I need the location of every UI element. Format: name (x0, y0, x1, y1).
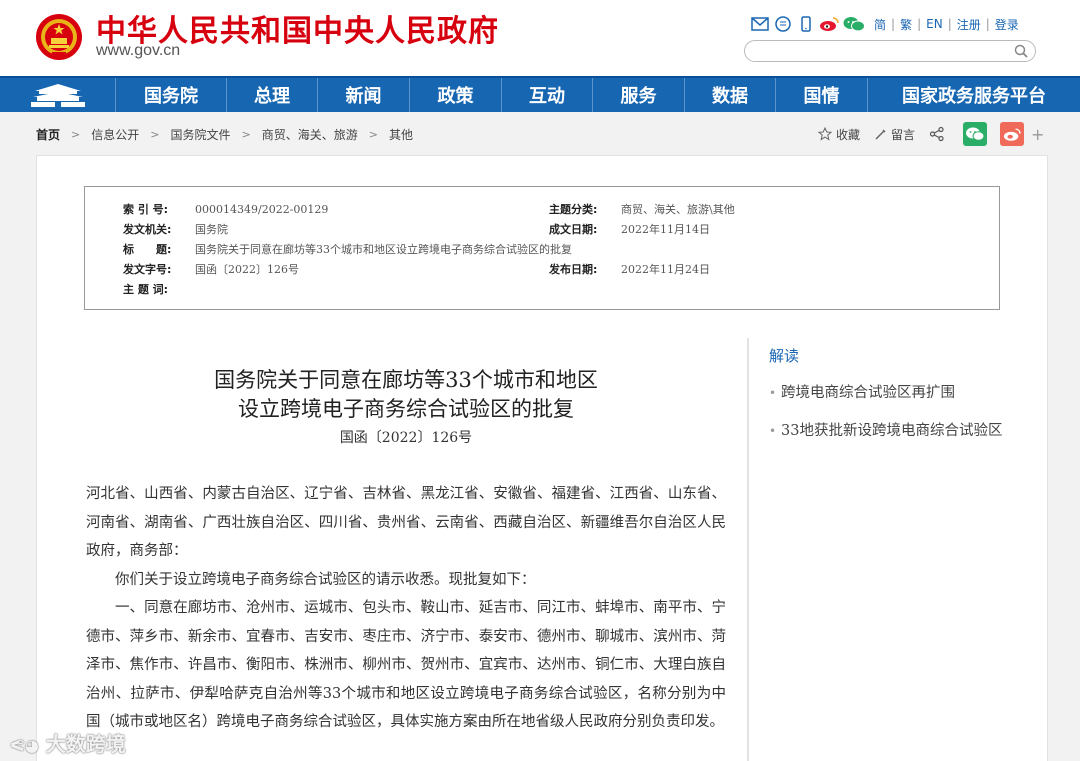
nav-item-state-council[interactable]: 国务院 (116, 78, 227, 112)
meta-title-row: 标 题: 国务院关于同意在廊坊等33个城市和地区设立跨境电子商务综合试验区的批复 (123, 241, 572, 257)
sidebar-link-expansion[interactable]: 跨境电商综合试验区再扩围 (769, 376, 1009, 410)
nav-item-policy[interactable]: 政策 (410, 78, 502, 112)
comment-button[interactable]: 留言 (874, 126, 915, 143)
watermark: ᕙ◕ 大数跨境 (10, 728, 126, 757)
meta-publish-value: 2022年11月24日 (621, 263, 710, 276)
meta-docno-row: 发文字号: 国函〔2022〕126号 (123, 261, 299, 277)
nav-item-gov-service-platform[interactable]: 国家政务服务平台 (868, 78, 1080, 112)
meta-topic-row: 主题分类: 商贸、海关、旅游\其他 (549, 201, 735, 217)
breadcrumb: 首页 > 信息公开 > 国务院文件 > 商贸、海关、旅游 > 其他 (36, 126, 413, 143)
breadcrumb-bar: 首页 > 信息公开 > 国务院文件 > 商贸、海关、旅游 > 其他 收藏 留言 … (0, 112, 1080, 154)
watermark-logo-icon: ᕙ◕ (10, 736, 39, 755)
chevron-right-icon: > (150, 128, 160, 141)
chevron-right-icon: > (71, 128, 81, 141)
search-input[interactable] (755, 42, 1015, 62)
sidebar-divider (747, 338, 749, 761)
article-paragraph: 你们关于设立跨境电子商务综合试验区的请示收悉。现批复如下： (115, 571, 536, 588)
divider: | (917, 17, 922, 31)
favorite-button[interactable]: 收藏 (818, 126, 860, 143)
more-share-icon[interactable]: + (1031, 125, 1044, 144)
divider: | (985, 17, 990, 31)
chevron-right-icon: > (368, 128, 378, 141)
login-link[interactable]: 登录 (995, 16, 1019, 33)
breadcrumb-other[interactable]: 其他 (389, 126, 413, 143)
meta-title-value: 国务院关于同意在廊坊等33个城市和地区设立跨境电子商务综合试验区的批复 (195, 243, 572, 256)
nav-item-services[interactable]: 服务 (593, 78, 685, 112)
sidebar-interpretation-list: 跨境电商综合试验区再扩围 33地获批新设跨境电商综合试验区 (769, 376, 1009, 452)
meta-written-row: 成文日期: 2022年11月14日 (549, 221, 710, 237)
top-links: 简 | 繁 | EN | 注册 | 登录 (750, 14, 1024, 34)
tiananmen-icon (30, 84, 85, 107)
meta-publish-row: 发布日期: 2022年11月24日 (549, 261, 710, 277)
meta-index-value: 000014349/2022-00129 (195, 202, 329, 216)
main-nav: 国务院 总理 新闻 政策 互动 服务 数据 国情 国家政务服务平台 (0, 76, 1080, 112)
article-title-line-1: 国务院关于同意在廊坊等33个城市和地区 (214, 368, 598, 392)
meta-issuer-label: 发文机关: (123, 223, 172, 236)
wechat-icon (966, 127, 985, 141)
weibo-icon[interactable] (819, 15, 839, 33)
nav-item-data[interactable]: 数据 (685, 78, 776, 112)
search-box (744, 40, 1036, 62)
share-button[interactable] (929, 126, 949, 142)
mail-icon[interactable] (750, 15, 770, 33)
nav-item-national-info[interactable]: 国情 (776, 78, 868, 112)
document-metadata-table: 索 引 号: 000014349/2022-00129 主题分类: 商贸、海关、… (84, 186, 1000, 310)
article-body: 河北省、山西省、内蒙古自治区、辽宁省、吉林省、黑龙江省、安徽省、福建省、江西省、… (86, 480, 726, 737)
article-doc-number: 国函〔2022〕126号 (339, 430, 473, 446)
nav-item-premier[interactable]: 总理 (227, 78, 318, 112)
breadcrumb-state-council-docs[interactable]: 国务院文件 (170, 126, 230, 143)
breadcrumb-info-disclosure[interactable]: 信息公开 (91, 126, 139, 143)
article-title-line-2: 设立跨境电子商务综合试验区的批复 (238, 397, 574, 421)
chevron-right-icon: > (241, 128, 251, 141)
nav-home[interactable] (0, 78, 116, 112)
pencil-icon (875, 128, 886, 140)
search-icon[interactable] (1013, 43, 1029, 59)
english-link[interactable]: EN (926, 17, 943, 31)
weibo-icon (1003, 127, 1021, 141)
meta-index-label: 索 引 号: (123, 203, 169, 216)
breadcrumb-home[interactable]: 首页 (36, 126, 60, 143)
article-addressee: 河北省、山西省、内蒙古自治区、辽宁省、吉林省、黑龙江省、安徽省、福建省、江西省、… (86, 486, 726, 559)
meta-written-value: 2022年11月14日 (621, 223, 710, 236)
nav-item-news[interactable]: 新闻 (318, 78, 410, 112)
sidebar-title: 解读 (769, 347, 800, 365)
sidebar-link-33-approved[interactable]: 33地获批新设跨境电商综合试验区 (769, 414, 1009, 448)
meta-index-row: 索 引 号: 000014349/2022-00129 (123, 201, 328, 217)
national-emblem-icon[interactable] (34, 12, 84, 62)
meta-docno-value: 国函〔2022〕126号 (195, 263, 299, 276)
wechat-share-button[interactable] (963, 122, 988, 146)
wechat-icon[interactable] (842, 15, 866, 33)
simplified-link[interactable]: 简 (874, 16, 886, 33)
meta-keywords-row: 主 题 词: (123, 281, 195, 297)
weibo-share-button[interactable] (1000, 122, 1025, 146)
meta-issuer-value: 国务院 (195, 223, 228, 236)
star-icon (818, 127, 832, 141)
site-url[interactable]: www.gov.cn (96, 42, 180, 60)
meta-written-label: 成文日期: (549, 223, 598, 236)
article-paragraph: 一、同意在廊坊市、沧州市、运城市、包头市、鞍山市、延吉市、同江市、蚌埠市、南平市… (86, 600, 726, 730)
meta-publish-label: 发布日期: (549, 263, 598, 276)
share-icon (929, 126, 944, 142)
meta-docno-label: 发文字号: (123, 263, 172, 276)
meta-topic-value: 商贸、海关、旅游\其他 (621, 203, 735, 216)
site-header: 中华人民共和国中央人民政府 www.gov.cn 简 | 繁 | EN | 注册… (0, 0, 1080, 76)
meta-title-label: 标 题: (123, 243, 172, 256)
favorite-label: 收藏 (836, 127, 861, 142)
breadcrumb-trade-customs-tourism[interactable]: 商贸、海关、旅游 (262, 126, 358, 143)
mobile-icon[interactable] (796, 15, 816, 33)
divider: | (891, 17, 896, 31)
meta-topic-label: 主题分类: (549, 203, 598, 216)
meta-keywords-label: 主 题 词: (123, 283, 169, 296)
comment-label: 留言 (891, 127, 916, 142)
nav-item-interaction[interactable]: 互动 (502, 78, 593, 112)
traditional-link[interactable]: 繁 (900, 16, 912, 33)
register-link[interactable]: 注册 (957, 16, 981, 33)
divider: | (947, 17, 952, 31)
message-icon[interactable] (773, 15, 793, 33)
watermark-text: 大数跨境 (45, 732, 126, 756)
meta-issuer-row: 发文机关: 国务院 (123, 221, 228, 237)
page-tools: 收藏 留言 + (818, 122, 1044, 146)
